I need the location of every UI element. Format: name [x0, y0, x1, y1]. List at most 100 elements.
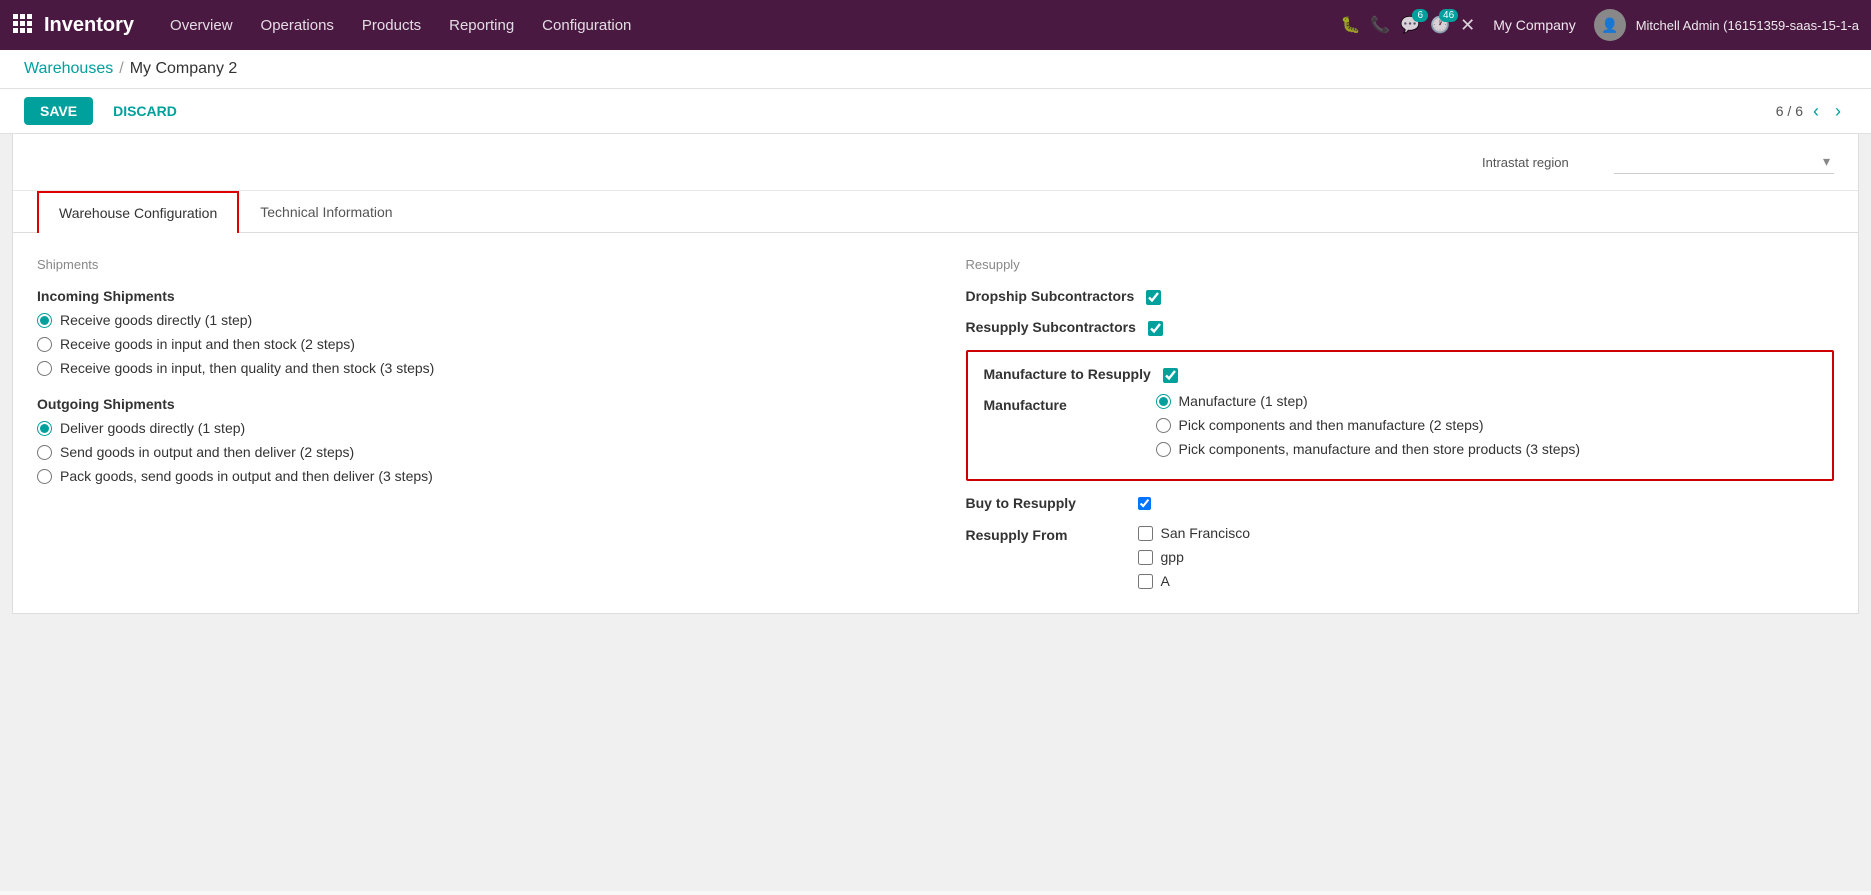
debug-icon[interactable]: 🐛	[1340, 15, 1360, 35]
intrastat-label: Intrastat region	[1482, 155, 1602, 170]
chat-icon[interactable]: 💬6	[1400, 15, 1420, 35]
outgoing-option-1-label: Deliver goods directly (1 step)	[60, 420, 245, 436]
resupply-subcontractors-label: Resupply Subcontractors	[966, 319, 1136, 335]
shipments-section-title: Shipments	[37, 257, 906, 272]
manufacture-options: Manufacture (1 step) Pick components and…	[1156, 393, 1817, 465]
action-bar: SAVE DISCARD 6 / 6 ‹ ›	[0, 89, 1871, 134]
buy-to-resupply-checkbox[interactable]	[1138, 497, 1151, 510]
manufacture-to-resupply-checkbox[interactable]	[1163, 368, 1178, 383]
incoming-shipments-label: Incoming Shipments	[37, 288, 906, 304]
outgoing-shipments-label: Outgoing Shipments	[37, 396, 906, 412]
outgoing-option-3[interactable]: Pack goods, send goods in output and the…	[37, 468, 906, 484]
resupply-from-sf-label: San Francisco	[1161, 525, 1250, 541]
resupply-from-gpp-checkbox[interactable]	[1138, 550, 1153, 565]
intrastat-row: Intrastat region ▾	[13, 134, 1858, 191]
incoming-shipments-group: Incoming Shipments Receive goods directl…	[37, 288, 906, 376]
tab-content-warehouse-configuration: Shipments Incoming Shipments Receive goo…	[13, 233, 1858, 613]
outgoing-radio-2[interactable]	[37, 445, 52, 460]
pager-count: 6 / 6	[1776, 103, 1803, 119]
app-grid-icon[interactable]	[12, 13, 32, 38]
discard-button[interactable]: DISCARD	[101, 97, 189, 125]
outgoing-radio-1[interactable]	[37, 421, 52, 436]
resupply-from-row: Resupply From San Francisco gpp	[966, 525, 1835, 589]
resupply-from-gpp[interactable]: gpp	[1138, 549, 1250, 565]
breadcrumb: Warehouses / My Company 2	[0, 50, 1871, 89]
intrastat-dropdown-icon[interactable]: ▾	[1823, 153, 1834, 170]
manufacture-option-2-label: Pick components and then manufacture (2 …	[1179, 417, 1484, 433]
nav-operations[interactable]: Operations	[249, 11, 346, 40]
resupply-from-options: San Francisco gpp A	[1138, 525, 1250, 589]
form-card: Intrastat region ▾ Warehouse Configurati…	[12, 134, 1859, 614]
pager-next[interactable]: ›	[1829, 99, 1847, 124]
manufacture-option-2[interactable]: Pick components and then manufacture (2 …	[1156, 417, 1817, 433]
resupply-from-sf[interactable]: San Francisco	[1138, 525, 1250, 541]
dropship-subcontractors-row: Dropship Subcontractors	[966, 288, 1835, 305]
incoming-option-1-label: Receive goods directly (1 step)	[60, 312, 252, 328]
activity-badge: 46	[1439, 9, 1458, 22]
shipments-column: Shipments Incoming Shipments Receive goo…	[37, 257, 946, 589]
incoming-option-3-label: Receive goods in input, then quality and…	[60, 360, 434, 376]
outgoing-option-3-label: Pack goods, send goods in output and the…	[60, 468, 433, 484]
outgoing-option-2-label: Send goods in output and then deliver (2…	[60, 444, 354, 460]
breadcrumb-warehouses[interactable]: Warehouses	[24, 60, 113, 78]
incoming-radio-3[interactable]	[37, 361, 52, 376]
dropship-subcontractors-label: Dropship Subcontractors	[966, 288, 1135, 304]
resupply-from-label: Resupply From	[966, 527, 1126, 543]
top-navigation: Inventory Overview Operations Products R…	[0, 0, 1871, 50]
resupply-subcontractors-checkbox[interactable]	[1148, 321, 1163, 336]
dropship-subcontractors-checkbox[interactable]	[1146, 290, 1161, 305]
resupply-from-gpp-label: gpp	[1161, 549, 1184, 565]
nav-overview[interactable]: Overview	[158, 11, 245, 40]
tab-warehouse-configuration[interactable]: Warehouse Configuration	[37, 191, 239, 233]
outgoing-shipments-group: Outgoing Shipments Deliver goods directl…	[37, 396, 906, 484]
app-name: Inventory	[44, 14, 134, 37]
manufacture-to-resupply-label: Manufacture to Resupply	[984, 366, 1151, 382]
manufacture-option-1-label: Manufacture (1 step)	[1179, 393, 1308, 409]
avatar: 👤	[1594, 9, 1626, 41]
nav-reporting[interactable]: Reporting	[437, 11, 526, 40]
manufacture-radio-2[interactable]	[1156, 418, 1171, 433]
resupply-column: Resupply Dropship Subcontractors Resuppl…	[946, 257, 1835, 589]
manufacture-to-resupply-row: Manufacture to Resupply	[984, 366, 1817, 383]
activity-icon[interactable]: 🕐46	[1430, 15, 1450, 35]
incoming-radio-1[interactable]	[37, 313, 52, 328]
outgoing-option-2[interactable]: Send goods in output and then deliver (2…	[37, 444, 906, 460]
phone-icon[interactable]: 📞	[1370, 15, 1390, 35]
manufacture-radio-3[interactable]	[1156, 442, 1171, 457]
breadcrumb-separator: /	[119, 60, 123, 78]
resupply-from-a-checkbox[interactable]	[1138, 574, 1153, 589]
resupply-section-title: Resupply	[966, 257, 1835, 272]
nav-configuration[interactable]: Configuration	[530, 11, 643, 40]
buy-to-resupply-label: Buy to Resupply	[966, 495, 1126, 511]
save-button[interactable]: SAVE	[24, 97, 93, 125]
manufacture-option-1[interactable]: Manufacture (1 step)	[1156, 393, 1817, 409]
pager-prev[interactable]: ‹	[1807, 99, 1825, 124]
main-content: Intrastat region ▾ Warehouse Configurati…	[0, 134, 1871, 891]
manufacture-option-3[interactable]: Pick components, manufacture and then st…	[1156, 441, 1817, 457]
company-name: My Company	[1493, 17, 1575, 33]
manufacture-radio-1[interactable]	[1156, 394, 1171, 409]
incoming-option-3[interactable]: Receive goods in input, then quality and…	[37, 360, 906, 376]
outgoing-option-1[interactable]: Deliver goods directly (1 step)	[37, 420, 906, 436]
incoming-option-2[interactable]: Receive goods in input and then stock (2…	[37, 336, 906, 352]
incoming-radio-2[interactable]	[37, 337, 52, 352]
user-name: Mitchell Admin (16151359-saas-15-1-a	[1636, 18, 1859, 33]
resupply-from-a-label: A	[1161, 573, 1170, 589]
manufacture-label: Manufacture	[984, 397, 1144, 465]
chat-badge: 6	[1412, 9, 1428, 22]
tabs-row: Warehouse Configuration Technical Inform…	[13, 191, 1858, 233]
resupply-from-a[interactable]: A	[1138, 573, 1250, 589]
outgoing-radio-3[interactable]	[37, 469, 52, 484]
buy-to-resupply-row: Buy to Resupply	[966, 495, 1835, 511]
incoming-option-2-label: Receive goods in input and then stock (2…	[60, 336, 355, 352]
incoming-option-1[interactable]: Receive goods directly (1 step)	[37, 312, 906, 328]
resupply-from-sf-checkbox[interactable]	[1138, 526, 1153, 541]
manufacture-inner: Manufacture Manufacture (1 step) Pick co…	[984, 393, 1817, 465]
intrastat-input[interactable]	[1614, 150, 1823, 173]
nav-products[interactable]: Products	[350, 11, 433, 40]
breadcrumb-current: My Company 2	[130, 60, 238, 78]
resupply-subcontractors-row: Resupply Subcontractors	[966, 319, 1835, 336]
close-icon[interactable]: ✕	[1460, 15, 1475, 36]
tab-technical-information[interactable]: Technical Information	[239, 191, 413, 233]
manufacture-option-3-label: Pick components, manufacture and then st…	[1179, 441, 1581, 457]
